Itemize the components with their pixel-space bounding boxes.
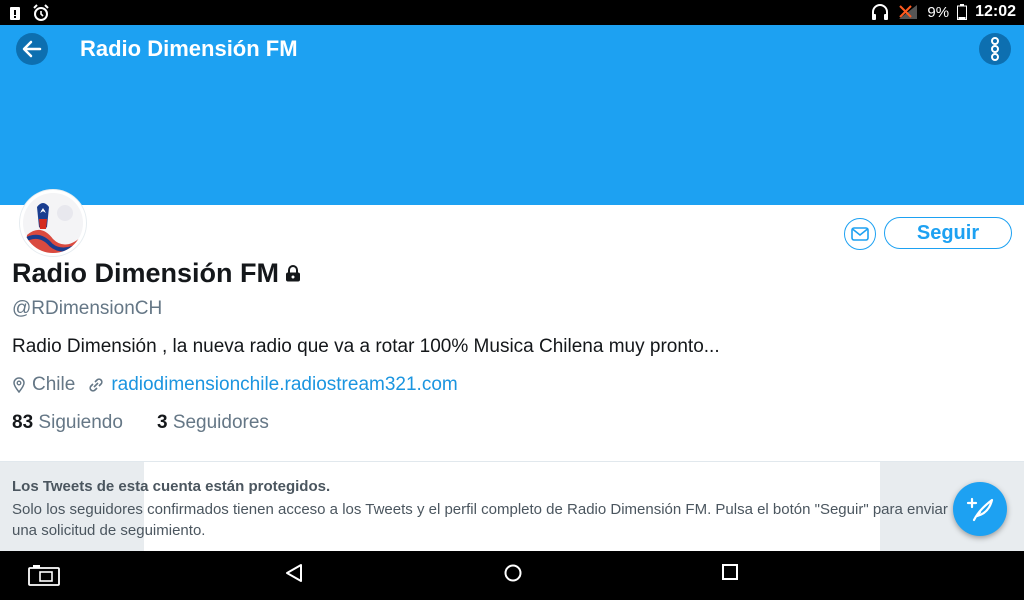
system-nav-bar — [0, 551, 1024, 600]
profile-name: Radio Dimensión FM — [12, 258, 280, 288]
avatar-chile-flag-image — [23, 193, 83, 253]
compose-tweet-button[interactable] — [953, 482, 1007, 536]
compose-tweet-icon — [966, 497, 994, 522]
more-options-button[interactable] — [979, 33, 1011, 65]
following-count-link[interactable]: 83 Siguiendo — [12, 412, 123, 434]
following-count: 83 — [12, 412, 34, 433]
more-vertical-icon — [991, 37, 999, 61]
nav-recents-button[interactable] — [721, 563, 739, 581]
home-circle-icon — [504, 564, 522, 582]
followers-count: 3 — [156, 412, 168, 433]
protected-notice-title: Los Tweets de esta cuenta están protegid… — [12, 478, 331, 495]
clock: 12:02 — [975, 3, 1016, 20]
protected-tweets-notice: Los Tweets de esta cuenta están protegid… — [0, 461, 1024, 552]
header-title: Radio Dimensión FM — [80, 36, 298, 61]
back-triangle-icon — [286, 564, 302, 582]
avatar[interactable] — [20, 190, 86, 256]
location-icon — [13, 377, 25, 393]
signal-off-icon — [899, 5, 918, 19]
protected-notice-text: Solo los seguidores confirmados tienen a… — [12, 501, 948, 539]
lock-icon — [286, 265, 301, 282]
screenshot-icon — [28, 565, 60, 586]
back-button[interactable] — [16, 33, 48, 65]
screenshot-button[interactable] — [28, 564, 60, 586]
notification-icon — [10, 7, 20, 20]
battery-icon — [957, 4, 968, 20]
profile-bio: Radio Dimensión , la nueva radio que va … — [12, 336, 720, 357]
followers-count-link[interactable]: 3 Seguidores — [157, 412, 269, 434]
mail-icon — [851, 227, 869, 241]
link-icon — [89, 378, 103, 392]
back-arrow-icon — [22, 40, 42, 58]
profile-location: Chile — [32, 374, 76, 395]
profile-website-link[interactable]: radiodimensionchile.radiostream321.com — [111, 374, 457, 396]
following-label: Siguiendo — [38, 412, 123, 433]
follow-counts: 83 Siguiendo 3 Seguidores — [12, 412, 269, 434]
status-bar: 9% 12:02 — [0, 0, 1024, 25]
recents-square-icon — [722, 564, 738, 580]
profile-meta: Chile radiodimensionchile.radiostream321… — [12, 374, 458, 396]
headphones-icon — [872, 4, 889, 20]
profile-handle: @RDimensionCH — [12, 298, 163, 319]
message-button[interactable] — [844, 218, 876, 250]
nav-home-button[interactable] — [503, 563, 523, 583]
nav-back-button[interactable] — [285, 563, 303, 583]
profile-banner: Radio Dimensión FM — [0, 25, 1024, 205]
follow-button[interactable]: Seguir — [884, 217, 1012, 249]
profile-name-row: Radio Dimensión FM — [12, 258, 301, 289]
followers-label: Seguidores — [172, 412, 269, 433]
battery-percent: 9% — [927, 3, 950, 21]
alarm-icon — [33, 4, 49, 21]
